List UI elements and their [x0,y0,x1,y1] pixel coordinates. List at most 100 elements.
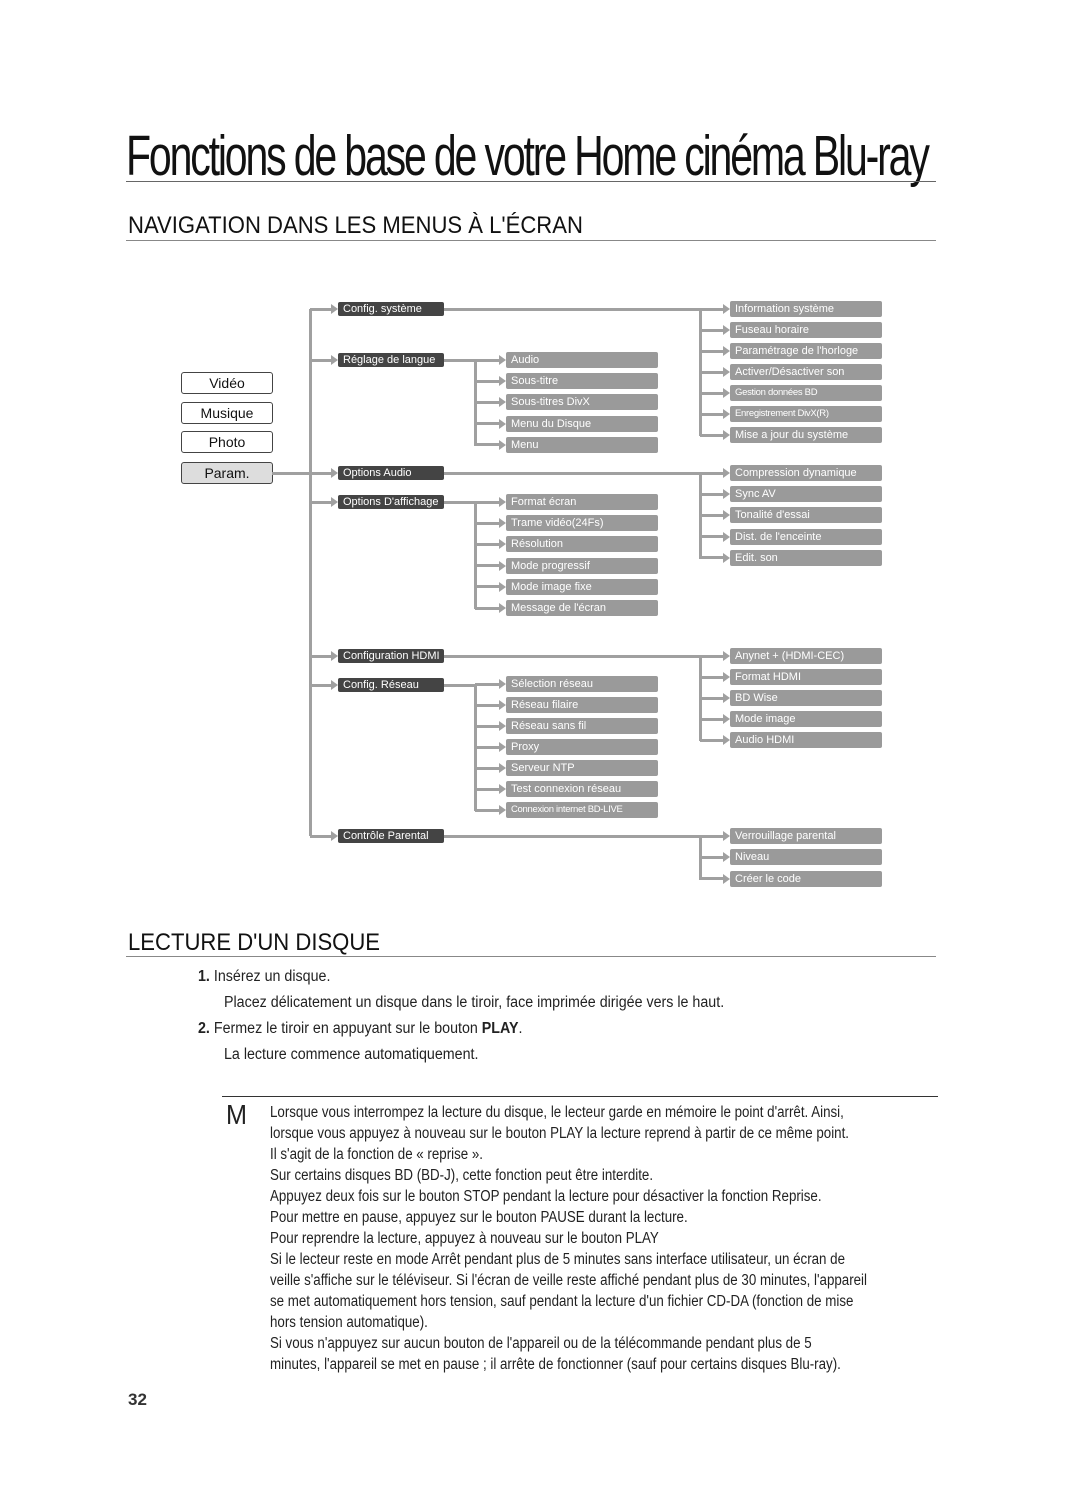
note-line: hors tension automatique). [270,1314,428,1331]
submenu-item[interactable]: Résolution [506,536,658,553]
arrow-icon [723,409,730,419]
step-2-detail: La lecture commence automatiquement. [224,1046,479,1063]
submenu-item[interactable]: Paramétrage de l'horloge [730,343,882,359]
menu-diagram: Vidéo Musique Photo Param. Config. système Ré… [0,0,1080,900]
submenu-item[interactable]: Réseau filaire [506,697,658,713]
arrow-icon [499,518,506,529]
setting-category[interactable]: Réglage de langue [338,353,444,367]
mode-button-vido[interactable]: Vidéo [181,372,273,394]
page-number: 32 [128,1390,147,1409]
submenu-item[interactable]: Format HDMI [730,669,882,685]
arrow-icon [723,672,730,682]
connector-line [475,379,501,383]
submenu-item[interactable]: Anynet + (HDMI-CEC) [730,648,882,664]
submenu-item[interactable]: Réseau sans fil [506,718,658,734]
submenu-item[interactable]: Message de l'écran [506,600,658,616]
note-line: Pour reprendre la lecture, appuyez à nou… [270,1230,659,1247]
connector-line [444,683,475,687]
submenu-item[interactable]: Niveau [730,849,882,866]
submenu-item[interactable]: Test connexion réseau [506,781,658,797]
submenu-item[interactable]: Dist. de l'enceinte [730,528,882,545]
submenu-item[interactable]: Tonalité d'essai [730,507,882,524]
submenu-item[interactable]: Verrouillage parental [730,828,882,844]
submenu-item[interactable]: Fuseau horaire [730,322,882,338]
submenu-item[interactable]: Edit. son [730,549,882,566]
submenu-item[interactable]: Menu du Disque [506,415,658,432]
arrow-icon [331,651,338,661]
setting-category[interactable]: Config. Réseau [338,678,444,692]
arrow-icon [499,497,506,507]
arrow-icon [723,489,730,500]
note-line: minutes, l'appareil se met en pause ; il… [270,1356,841,1373]
note-icon: M [226,1099,247,1130]
setting-category[interactable]: Config. système [338,302,444,316]
mode-button-musique[interactable]: Musique [181,402,273,424]
submenu-item[interactable]: Enregistrement DivX(R) [730,406,882,422]
submenu-item[interactable]: Trame vidéo(24Fs) [506,515,658,532]
connector-line [444,307,700,311]
submenu-item[interactable]: Sync AV [730,486,882,503]
arrow-icon [723,367,730,377]
submenu-item[interactable]: Information système [730,301,882,317]
connector-line [310,471,333,475]
connector-line [475,585,501,589]
connector-line [444,358,475,362]
submenu-item[interactable]: Sous-titre [506,373,658,390]
connector-line [700,433,725,437]
arrow-icon [331,497,338,507]
submenu-item[interactable]: Connexion internet BD-LIVE [506,802,658,818]
submenu-item[interactable]: Gestion données BD [730,385,882,401]
mode-button-param[interactable]: Param. [181,462,273,484]
arrow-icon [723,735,730,745]
submenu-item[interactable]: Menu [506,436,658,453]
mode-button-photo[interactable]: Photo [181,431,273,453]
submenu-item[interactable]: Mise a jour du système [730,427,882,443]
submenu-item[interactable]: Mode progressif [506,557,658,574]
setting-category[interactable]: Options D'affichage [338,495,444,509]
arrow-icon [723,531,730,542]
connector-line [475,703,501,707]
submenu-item[interactable]: Sélection réseau [506,676,658,692]
submenu-item[interactable]: Mode image [730,711,882,727]
submenu-item[interactable]: Serveur NTP [506,760,658,776]
connector-line [272,471,310,475]
connector-line [475,400,501,404]
submenu-item[interactable]: Activer/Désactiver son [730,364,882,380]
note-line: se met automatiquement hors tension, sau… [270,1293,854,1310]
arrow-icon [331,831,338,841]
connector-line [475,358,501,362]
connector-line [475,766,501,770]
setting-category[interactable]: Contrôle Parental [338,829,444,843]
submenu-item[interactable]: Compression dynamique [730,465,882,481]
connector-line [475,787,501,791]
note-line: veille s'affiche sur le téléviseur. Si l… [270,1272,867,1289]
setting-category[interactable]: Configuration HDMI [338,649,444,663]
connector-line [475,422,501,426]
submenu-item[interactable]: Sous-titres DivX [506,394,658,411]
section-title-lecture: LECTURE D'UN DISQUE [128,929,381,956]
submenu-item[interactable]: Mode image fixe [506,578,658,595]
submenu-item[interactable]: Audio HDMI [730,732,882,748]
arrow-icon [499,805,506,815]
arrow-icon [723,510,730,521]
connector-line [310,500,333,504]
connector-line [700,556,725,560]
arrow-icon [723,873,730,884]
connector-line [475,745,501,749]
submenu-item[interactable]: Créer le code [730,870,882,887]
step-text: Fermez le tiroir en appuyant sur le bout… [213,1020,482,1037]
note-line: Sur certains disques BD (BD-J), cette fo… [270,1167,654,1184]
arrow-icon [499,560,506,571]
submenu-item[interactable]: BD Wise [730,690,882,706]
connector-line [310,683,333,687]
arrow-icon [499,763,506,773]
arrow-icon [499,539,506,550]
submenu-item[interactable]: Format écran [506,494,658,510]
arrow-icon [723,325,730,335]
arrow-icon [499,397,506,408]
submenu-item[interactable]: Audio [506,352,658,368]
submenu-item[interactable]: Proxy [506,739,658,755]
connector-line [475,542,501,546]
setting-category[interactable]: Options Audio [338,466,444,480]
step-text: Insérez un disque. [213,968,331,985]
